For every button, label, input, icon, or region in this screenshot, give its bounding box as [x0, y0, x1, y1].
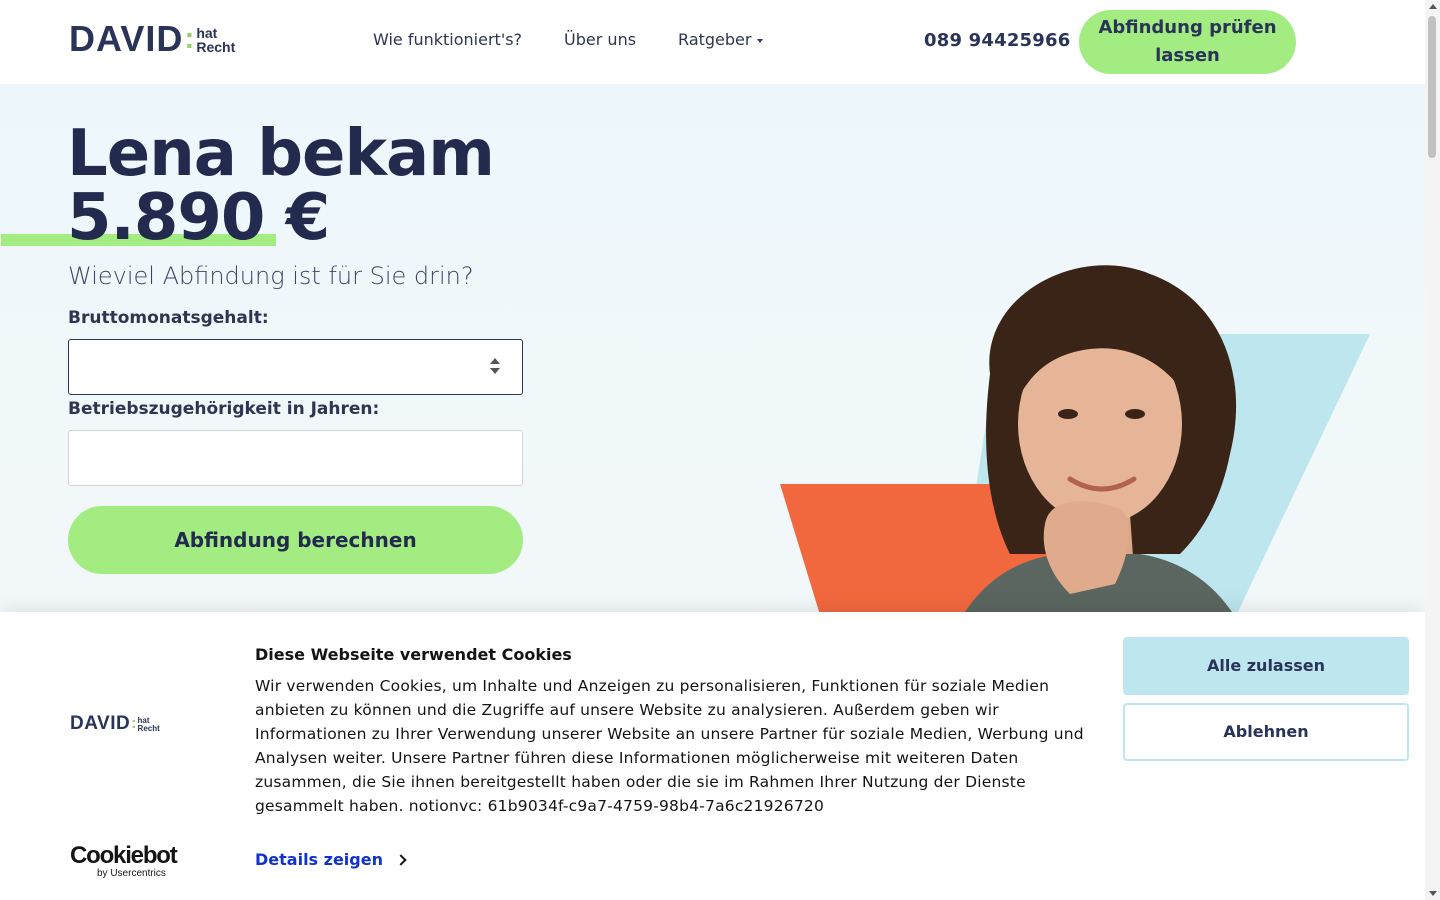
nav-item-how-it-works[interactable]: Wie funktioniert's?	[373, 30, 522, 49]
cookie-banner-logo: DAVID : hat Recht	[70, 714, 160, 734]
chevron-right-icon	[395, 853, 407, 866]
allow-all-button[interactable]: Alle zulassen	[1123, 637, 1409, 695]
details-link-label: Details zeigen	[255, 850, 383, 869]
calculate-button[interactable]: Abfindung berechnen	[68, 506, 523, 574]
cookiebot-logo[interactable]: Cookiebot by Usercentrics	[70, 842, 178, 880]
headline-amount: 5.890 €	[67, 181, 330, 255]
scrollbar-thumb[interactable]	[1428, 16, 1436, 158]
hero-subhead: Wieviel Abfindung ist für Sie drin?	[68, 262, 474, 290]
logo-tagline-line2: Recht	[196, 39, 236, 55]
site-header: DAVID : hat Recht Wie funktioniert's? Üb…	[0, 0, 1425, 84]
cookie-title: Diese Webseite verwendet Cookies	[255, 645, 572, 664]
cookie-logo-wordmark: DAVID	[70, 713, 131, 734]
spinner-arrows-icon[interactable]	[490, 358, 500, 378]
cookie-logo-tagline: hat Recht	[138, 717, 160, 733]
logo-tagline: hat Recht	[196, 26, 235, 54]
hero-section: Lena bekam 5.890 € Wieviel Abfindung ist…	[0, 84, 1425, 624]
check-severance-button[interactable]: Abfindung prüfen lassen	[1079, 10, 1296, 74]
spinner-up-icon[interactable]	[490, 358, 500, 364]
woman-portrait-image	[958, 265, 1240, 624]
hero-illustration	[760, 234, 1420, 624]
phone-number[interactable]: 089 94425966	[924, 30, 1070, 51]
cookiebot-wordmark: Cookiebot	[70, 842, 178, 869]
years-input[interactable]	[68, 430, 523, 486]
spinner-down-icon[interactable]	[490, 368, 500, 374]
caret-down-icon	[757, 38, 764, 43]
scroll-down-icon[interactable]	[1429, 891, 1437, 896]
salary-label: Bruttomonatsgehalt:	[68, 308, 269, 328]
nav-item-ratgeber-label: Ratgeber	[678, 30, 752, 49]
years-label: Betriebszugehörigkeit in Jahren:	[68, 399, 380, 419]
logo[interactable]: DAVID : hat Recht	[69, 20, 235, 58]
logo-wordmark: DAVID	[69, 18, 184, 59]
headline-line1: Lena bekam	[67, 117, 495, 191]
cookie-logo-line2: Recht	[137, 724, 160, 733]
cookiebot-byline: by Usercentrics	[97, 868, 166, 879]
deny-button[interactable]: Ablehnen	[1123, 703, 1409, 761]
logo-colon: :	[184, 22, 195, 55]
logo-tagline-line1: hat	[196, 25, 218, 41]
scroll-up-icon[interactable]	[1429, 4, 1437, 9]
details-link[interactable]: Details zeigen	[255, 850, 407, 869]
nav-item-about-us[interactable]: Über uns	[564, 30, 636, 49]
cookie-logo-colon: :	[131, 715, 137, 732]
cookie-banner: DAVID : hat Recht Cookiebot by Usercentr…	[0, 612, 1425, 900]
salary-input[interactable]	[68, 339, 523, 395]
hero-headline: Lena bekam 5.890 €	[67, 117, 495, 255]
page-scrollbar[interactable]	[1425, 0, 1440, 900]
main-nav: Wie funktioniert's? Über uns Ratgeber	[373, 30, 764, 49]
cookie-description: Wir verwenden Cookies, um Inhalte und An…	[255, 677, 1084, 815]
nav-item-ratgeber[interactable]: Ratgeber	[678, 30, 764, 49]
